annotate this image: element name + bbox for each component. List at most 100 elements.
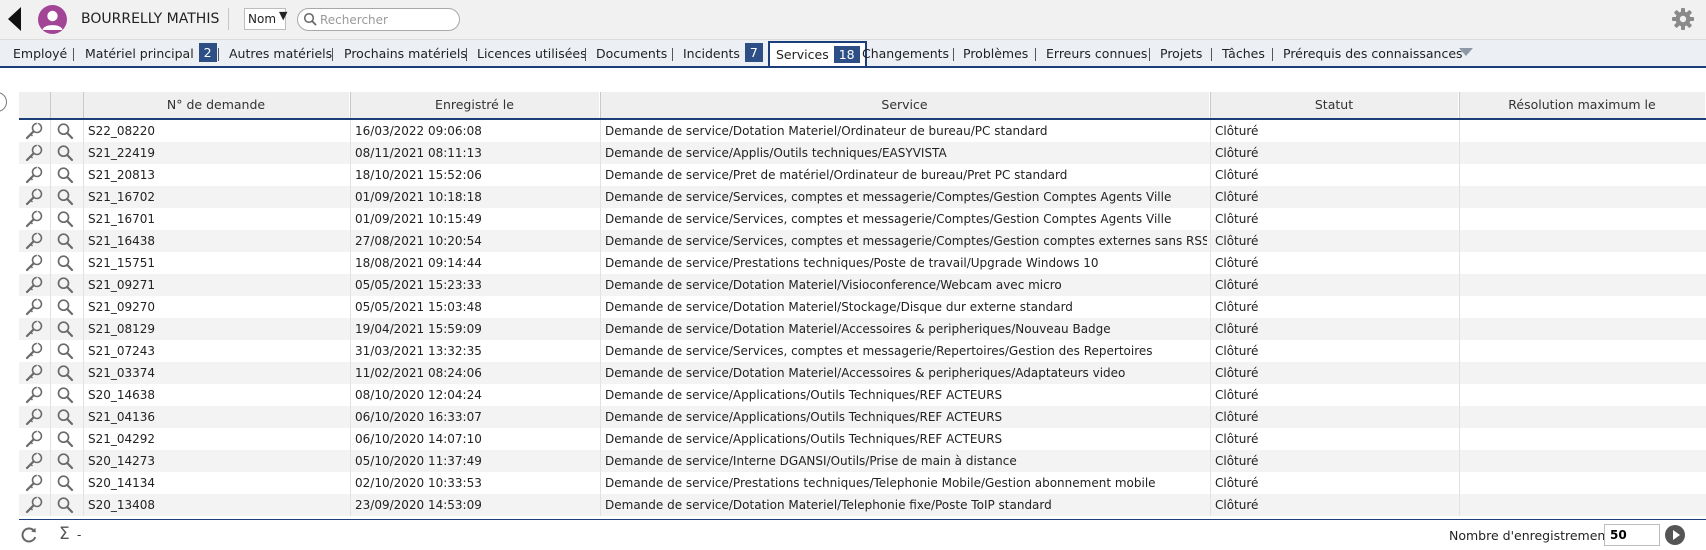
tab-projets[interactable]: Projets xyxy=(1160,43,1202,64)
magnifier-icon[interactable] xyxy=(56,430,74,451)
edit-wrench-icon[interactable] xyxy=(24,298,44,319)
magnifier-icon[interactable] xyxy=(56,210,74,231)
magnifier-icon[interactable] xyxy=(56,144,74,165)
refresh-icon[interactable] xyxy=(19,525,39,548)
grid-header: N° de demande Enregistré le Service Stat… xyxy=(19,92,1706,120)
table-row[interactable]: S21_22419 08/11/2021 08:11:13 Demande de s… xyxy=(19,142,1706,164)
edit-wrench-icon[interactable] xyxy=(24,232,44,253)
edit-wrench-icon[interactable] xyxy=(24,364,44,385)
magnifier-icon[interactable] xyxy=(56,254,74,275)
edit-wrench-icon[interactable] xyxy=(24,188,44,209)
magnifier-icon[interactable] xyxy=(56,496,74,517)
next-page-icon[interactable] xyxy=(1665,525,1685,545)
cell-request-number: S21_04136 xyxy=(88,410,156,424)
chevron-down-icon[interactable]: ▼ xyxy=(279,9,287,22)
sigma-icon[interactable]: Σ xyxy=(59,524,70,544)
table-row[interactable]: S21_07243 31/03/2021 13:32:35 Demande de s… xyxy=(19,340,1706,362)
table-row[interactable]: S21_09271 05/05/2021 15:23:33 Demande de s… xyxy=(19,274,1706,296)
magnifier-icon[interactable] xyxy=(56,166,74,187)
magnifier-icon[interactable] xyxy=(56,298,74,319)
table-row[interactable]: S21_15751 18/08/2021 09:14:44 Demande de s… xyxy=(19,252,1706,274)
table-row[interactable]: S21_04292 06/10/2020 14:07:10 Demande de s… xyxy=(19,428,1706,450)
magnifier-icon[interactable] xyxy=(56,364,74,385)
cell-request-number: S20_14273 xyxy=(88,454,156,468)
tab-employe[interactable]: Employé xyxy=(13,43,67,64)
table-row[interactable]: S22_08220 16/03/2022 09:06:08 Demande de s… xyxy=(19,120,1706,142)
cell-status: Clôturé xyxy=(1215,366,1259,380)
tab-materiel-principal[interactable]: Matériel principal 2 xyxy=(85,43,217,64)
edit-wrench-icon[interactable] xyxy=(24,408,44,429)
table-row[interactable]: S21_08129 19/04/2021 15:59:09 Demande de s… xyxy=(19,318,1706,340)
column-header-numero[interactable]: N° de demande xyxy=(83,92,350,118)
magnifier-icon[interactable] xyxy=(56,276,74,297)
column-header-enregistre[interactable]: Enregistré le xyxy=(350,92,600,118)
table-row[interactable]: S21_16702 01/09/2021 10:18:18 Demande de s… xyxy=(19,186,1706,208)
user-name: BOURRELLY MATHIS xyxy=(81,11,220,27)
cell-service: Demande de service/Interne DGANSI/Outils… xyxy=(605,454,1017,468)
table-row[interactable]: S21_04136 06/10/2020 16:33:07 Demande de s… xyxy=(19,406,1706,428)
table-row[interactable]: S20_13408 23/09/2020 14:53:09 Demande de s… xyxy=(19,494,1706,516)
edit-wrench-icon[interactable] xyxy=(24,430,44,451)
cell-registered-date: 02/10/2020 10:33:53 xyxy=(355,476,482,490)
back-arrow-icon[interactable] xyxy=(8,7,21,31)
edit-wrench-icon[interactable] xyxy=(24,452,44,473)
magnifier-icon[interactable] xyxy=(56,452,74,473)
tab-documents[interactable]: Documents xyxy=(596,43,667,64)
tab-erreurs-connues[interactable]: Erreurs connues xyxy=(1046,43,1147,64)
tab-licences-utilisees[interactable]: Licences utilisées xyxy=(477,43,587,64)
edit-wrench-icon[interactable] xyxy=(24,474,44,495)
tab-prochains-materiels[interactable]: Prochains matériels xyxy=(344,43,467,64)
edit-wrench-icon[interactable] xyxy=(24,166,44,187)
magnifier-icon[interactable] xyxy=(56,320,74,341)
panel-toggle-handle[interactable] xyxy=(0,92,7,112)
more-tabs-chevron-icon[interactable] xyxy=(1459,48,1473,56)
search-box[interactable] xyxy=(297,8,460,31)
magnifier-icon[interactable] xyxy=(56,122,74,143)
tab-taches[interactable]: Tâches xyxy=(1222,43,1265,64)
table-row[interactable]: S20_14134 02/10/2020 10:33:53 Demande de s… xyxy=(19,472,1706,494)
table-row[interactable]: S21_20813 18/10/2021 15:52:06 Demande de s… xyxy=(19,164,1706,186)
column-header-statut[interactable]: Statut xyxy=(1210,92,1459,118)
search-icon[interactable] xyxy=(303,12,317,29)
header-divider xyxy=(228,8,229,30)
edit-wrench-icon[interactable] xyxy=(24,320,44,341)
table-row[interactable]: S21_16701 01/09/2021 10:15:49 Demande de s… xyxy=(19,208,1706,230)
table-row[interactable]: S21_16438 27/08/2021 10:20:54 Demande de s… xyxy=(19,230,1706,252)
edit-wrench-icon[interactable] xyxy=(24,210,44,231)
edit-wrench-icon[interactable] xyxy=(24,496,44,517)
edit-wrench-icon[interactable] xyxy=(24,144,44,165)
gear-icon[interactable] xyxy=(1671,7,1695,34)
magnifier-icon[interactable] xyxy=(56,342,74,363)
table-row[interactable]: S20_14273 05/10/2020 11:37:49 Demande de s… xyxy=(19,450,1706,472)
search-input[interactable] xyxy=(320,11,454,28)
tab-autres-materiels[interactable]: Autres matériels xyxy=(229,43,332,64)
cell-service: Demande de service/Dotation Materiel/Acc… xyxy=(605,322,1111,336)
cell-max-resolution xyxy=(1464,472,1703,494)
cell-registered-date: 06/10/2020 16:33:07 xyxy=(355,410,482,424)
tab-services[interactable]: Services 18 xyxy=(768,41,867,66)
tab-incidents[interactable]: Incidents 7 xyxy=(683,43,763,64)
table-row[interactable]: S21_09270 05/05/2021 15:03:48 Demande de s… xyxy=(19,296,1706,318)
edit-wrench-icon[interactable] xyxy=(24,342,44,363)
edit-wrench-icon[interactable] xyxy=(24,276,44,297)
edit-wrench-icon[interactable] xyxy=(24,122,44,143)
edit-wrench-icon[interactable] xyxy=(24,254,44,275)
cell-max-resolution xyxy=(1464,164,1703,186)
tab-prerequis-connaissances[interactable]: Prérequis des connaissances xyxy=(1283,43,1463,64)
count-badge: 18 xyxy=(833,46,860,63)
records-count-input[interactable] xyxy=(1604,524,1660,546)
magnifier-icon[interactable] xyxy=(56,474,74,495)
column-header-resolution[interactable]: Résolution maximum le xyxy=(1459,92,1706,118)
table-row[interactable]: S21_03374 11/02/2021 08:24:06 Demande de s… xyxy=(19,362,1706,384)
column-header-service[interactable]: Service xyxy=(600,92,1210,118)
edit-wrench-icon[interactable] xyxy=(24,386,44,407)
magnifier-icon[interactable] xyxy=(56,188,74,209)
tab-problemes[interactable]: Problèmes xyxy=(963,43,1028,64)
magnifier-icon[interactable] xyxy=(56,386,74,407)
tab-changements[interactable]: Changements xyxy=(862,43,949,64)
cell-service: Demande de service/Dotation Materiel/Sto… xyxy=(605,300,1073,314)
table-row[interactable]: S20_14638 08/10/2020 12:04:24 Demande de s… xyxy=(19,384,1706,406)
magnifier-icon[interactable] xyxy=(56,232,74,253)
cell-registered-date: 01/09/2021 10:15:49 xyxy=(355,212,482,226)
magnifier-icon[interactable] xyxy=(56,408,74,429)
